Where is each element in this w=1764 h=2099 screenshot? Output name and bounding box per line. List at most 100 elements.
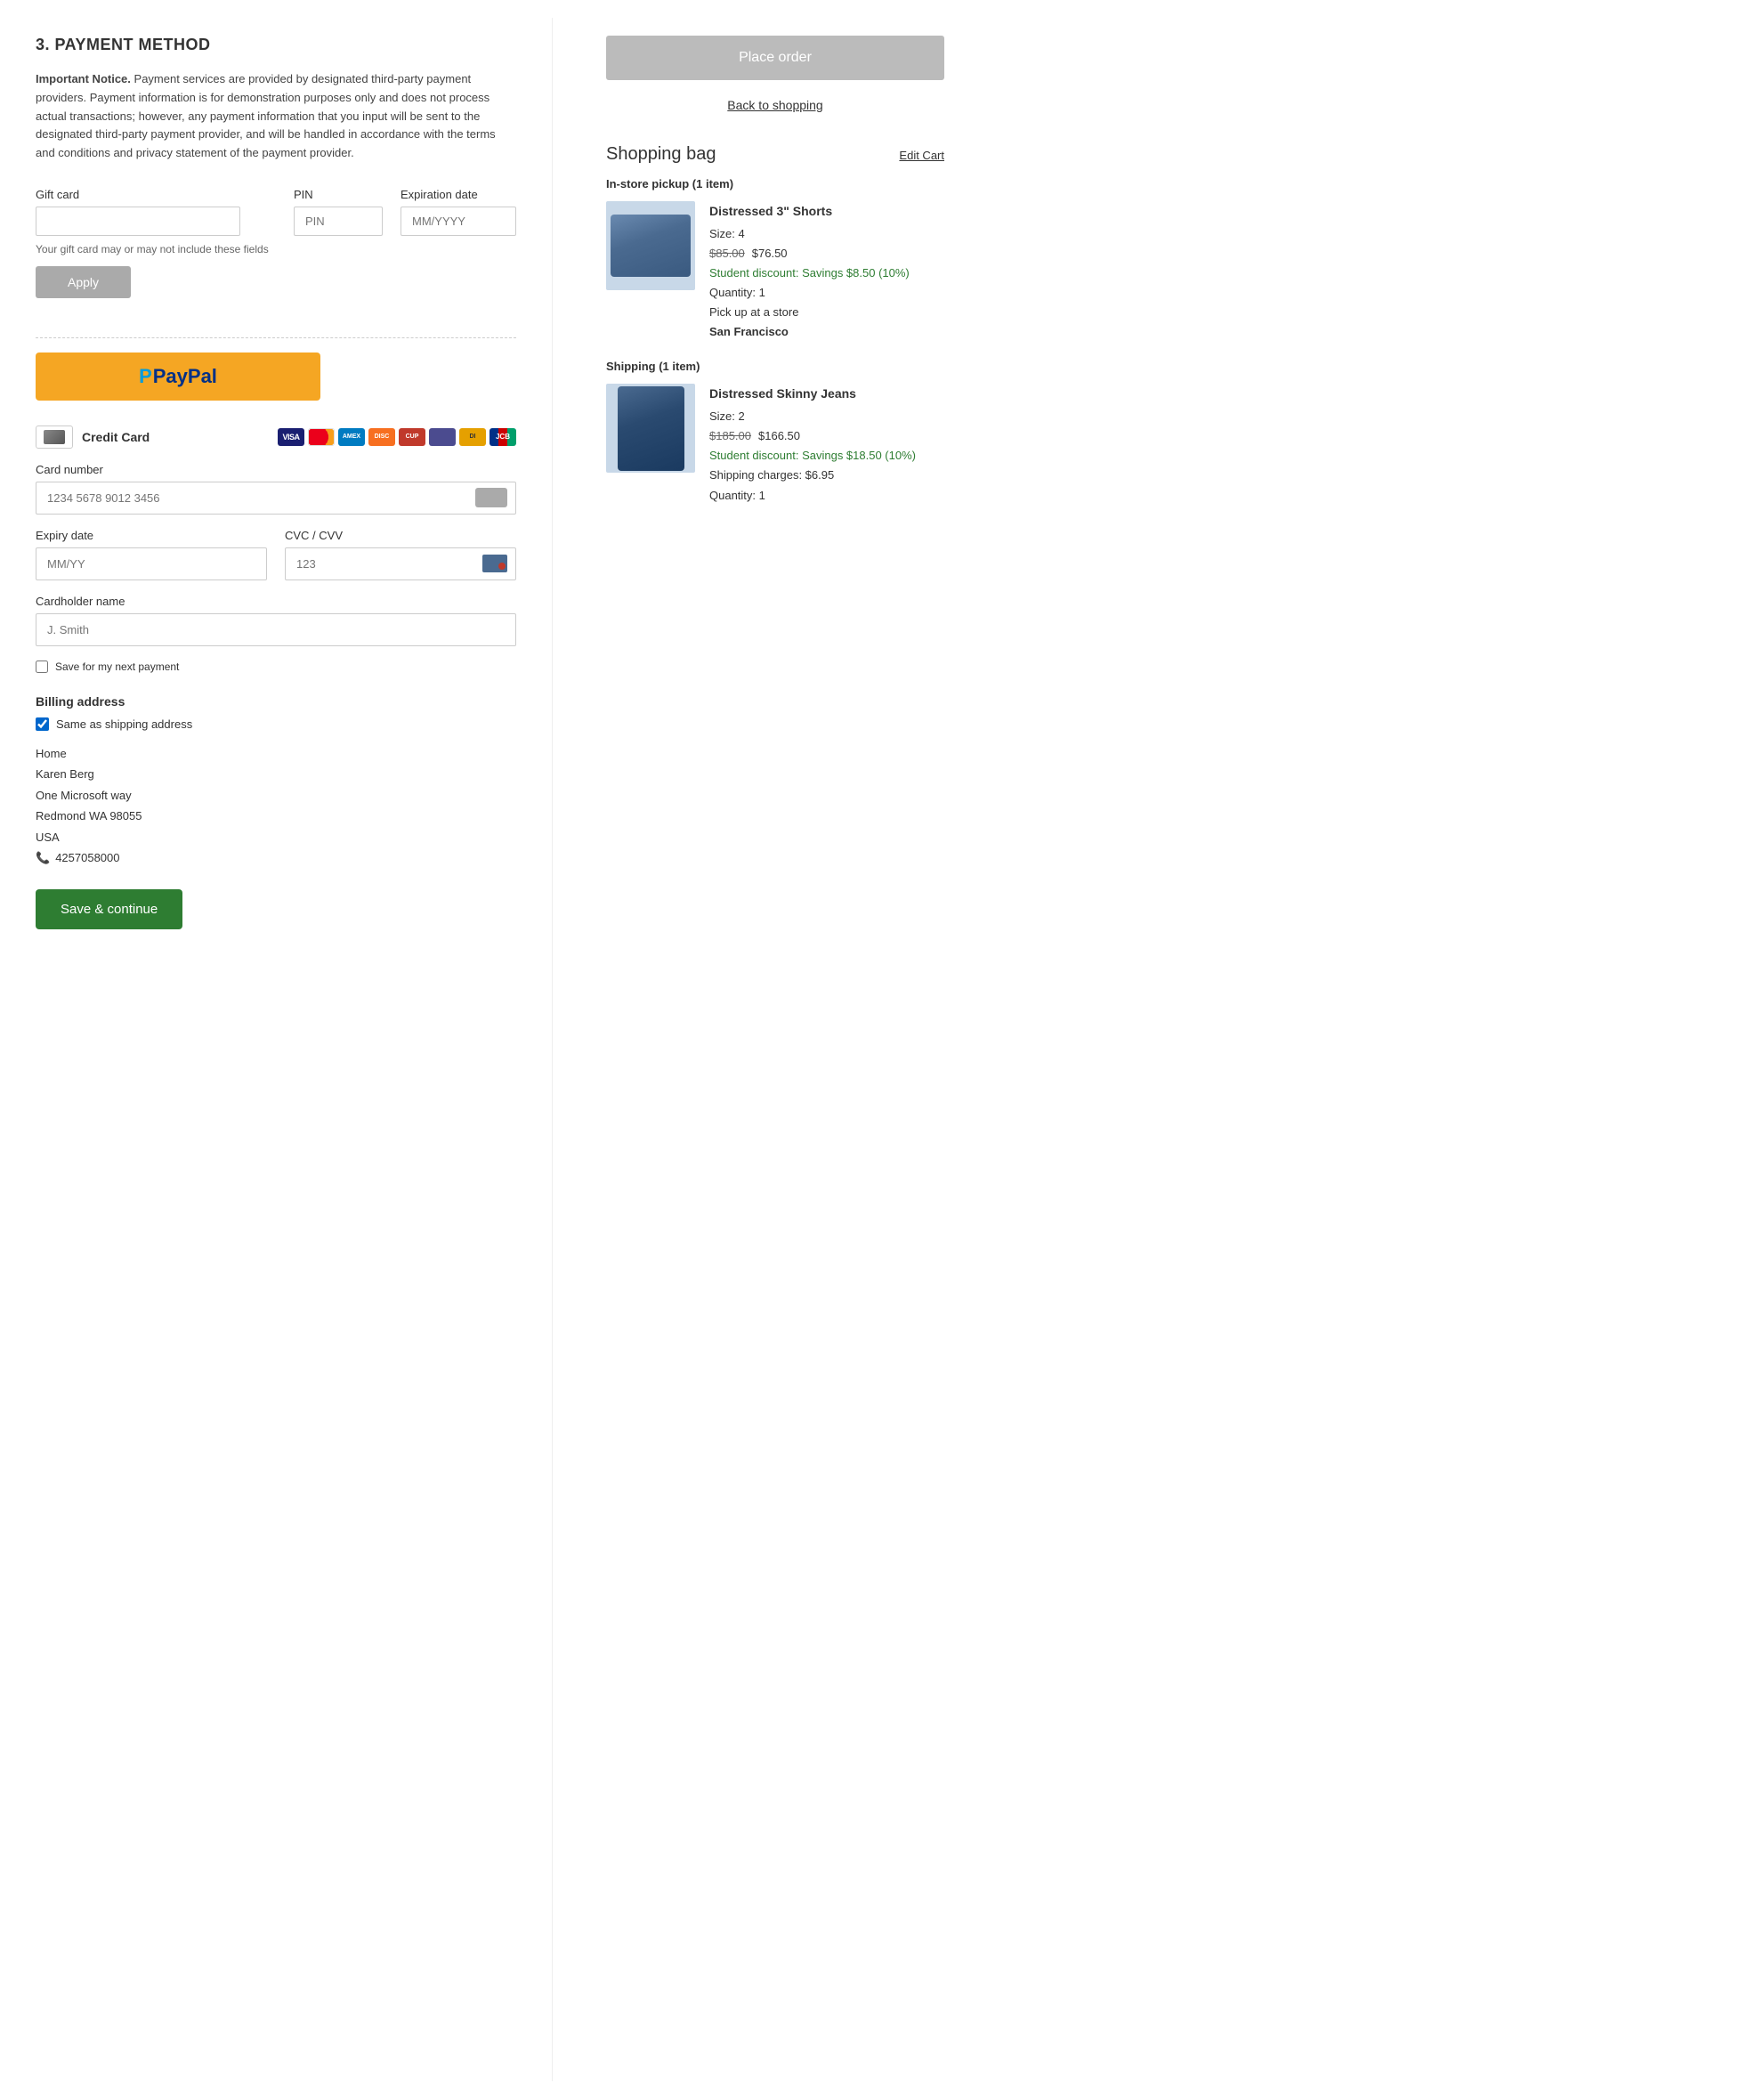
place-order-button[interactable]: Place order (606, 36, 944, 80)
di-icon: DI (459, 428, 486, 446)
card-icon-box (36, 425, 73, 449)
cardholder-input[interactable] (36, 613, 516, 646)
jeans-price-row: $185.00 $166.50 (709, 426, 916, 446)
save-payment-checkbox-group: Save for my next payment (36, 660, 516, 673)
credit-card-section: Credit Card VISA AMEX DISC CUP DI JCB Ca… (36, 425, 516, 673)
credit-card-label: Credit Card (36, 425, 150, 449)
cvc-input[interactable] (285, 547, 516, 580)
cardholder-field: Cardholder name (36, 595, 516, 646)
gift-card-section: Gift card PIN Expiration date Your gift … (36, 188, 516, 320)
card-chip-icon (44, 430, 65, 444)
discover-icon: DISC (368, 428, 395, 446)
shorts-price-original: $85.00 (709, 244, 745, 263)
expiry-field: Expiry date (36, 529, 267, 580)
shorts-discount: Student discount: Savings $8.50 (10%) (709, 263, 910, 283)
jeans-price-original: $185.00 (709, 426, 751, 446)
jeans-image (606, 384, 695, 473)
card-number-label: Card number (36, 463, 516, 476)
jeans-details: Distressed Skinny Jeans Size: 2 $185.00 … (709, 384, 916, 505)
address-line4: Redmond WA 98055 (36, 806, 516, 826)
gift-expiry-group: Expiration date (401, 188, 516, 236)
gift-expiry-input[interactable] (401, 207, 516, 236)
paypal-p-icon: P (139, 365, 152, 388)
same-address-label: Same as shipping address (56, 717, 192, 731)
shopping-bag-header: Shopping bag Edit Cart (606, 144, 944, 165)
gift-card-note: Your gift card may or may not include th… (36, 243, 516, 255)
jcb-icon: JCB (490, 428, 516, 446)
shorts-price-new: $76.50 (752, 244, 788, 263)
address-line3: One Microsoft way (36, 785, 516, 806)
cardholder-label: Cardholder name (36, 595, 516, 608)
address-line2: Karen Berg (36, 764, 516, 784)
billing-section: Billing address Same as shipping address… (36, 694, 516, 868)
save-continue-button[interactable]: Save & continue (36, 889, 182, 929)
jeans-discount: Student discount: Savings $18.50 (10%) (709, 446, 916, 466)
visa-icon: VISA (278, 428, 304, 446)
billing-same-checkbox-group: Same as shipping address (36, 717, 516, 731)
card-number-field: Card number (36, 463, 516, 515)
phone-row: 📞 4257058000 (36, 847, 516, 868)
gift-expiry-label: Expiration date (401, 188, 516, 201)
card-number-input-wrapper (36, 482, 516, 515)
billing-title: Billing address (36, 694, 516, 709)
mastercard-icon (308, 428, 335, 446)
shorts-img-placeholder (611, 215, 691, 277)
paypal-button[interactable]: P PayPal (36, 353, 320, 401)
cvc-input-wrapper (285, 547, 516, 580)
card-brand-icons: VISA AMEX DISC CUP DI JCB (278, 428, 516, 446)
jeans-img-placeholder (618, 386, 684, 471)
gift-card-label: Gift card (36, 188, 276, 201)
phone-number: 4257058000 (55, 847, 119, 868)
shorts-pickup-store: San Francisco (709, 322, 910, 342)
shorts-pickup-label: Pick up at a store (709, 303, 910, 322)
cvc-field: CVC / CVV (285, 529, 516, 580)
shorts-price-row: $85.00 $76.50 (709, 244, 910, 263)
cvc-label: CVC / CVV (285, 529, 516, 542)
divider (36, 337, 516, 338)
phone-icon: 📞 (36, 847, 50, 868)
expiry-input[interactable] (36, 547, 267, 580)
paypal-text: PayPal (153, 365, 217, 388)
payment-section-title: 3. PAYMENT METHOD (36, 36, 516, 54)
address-line5: USA (36, 827, 516, 847)
save-payment-label: Save for my next payment (55, 660, 179, 673)
jeans-quantity: Quantity: 1 (709, 486, 916, 506)
shorts-size: Size: 4 (709, 224, 910, 244)
gift-pin-group: PIN (294, 188, 383, 236)
expiry-label: Expiry date (36, 529, 267, 542)
maestro-icon (429, 428, 456, 446)
shopping-bag-title: Shopping bag (606, 144, 716, 165)
instore-group-label: In-store pickup (1 item) (606, 177, 1711, 190)
save-payment-checkbox[interactable] (36, 660, 48, 673)
card-number-input[interactable] (36, 482, 516, 515)
shipping-section: Shipping (1 item) Distressed Skinny Jean… (606, 360, 944, 505)
cart-item-jeans: Distressed Skinny Jeans Size: 2 $185.00 … (606, 384, 944, 505)
paypal-section: P PayPal (36, 353, 516, 401)
credit-card-header: Credit Card VISA AMEX DISC CUP DI JCB (36, 425, 516, 449)
pin-input[interactable] (294, 207, 383, 236)
gift-card-input[interactable] (36, 207, 240, 236)
shorts-details: Distressed 3" Shorts Size: 4 $85.00 $76.… (709, 201, 910, 342)
cvc-icon (482, 555, 507, 572)
billing-address-block: Home Karen Berg One Microsoft way Redmon… (36, 743, 516, 868)
address-line1: Home (36, 743, 516, 764)
notice-bold: Important Notice. (36, 72, 131, 85)
jeans-size: Size: 2 (709, 407, 916, 426)
jeans-name: Distressed Skinny Jeans (709, 384, 916, 405)
jeans-price-new: $166.50 (758, 426, 800, 446)
card-type-icon (475, 488, 507, 507)
same-address-checkbox[interactable] (36, 717, 49, 731)
gift-card-number-group: Gift card (36, 188, 276, 236)
shorts-quantity: Quantity: 1 (709, 283, 910, 303)
apply-button[interactable]: Apply (36, 266, 131, 298)
shorts-image (606, 201, 695, 290)
back-to-shopping-link[interactable]: Back to shopping (606, 98, 944, 112)
expiry-cvc-row: Expiry date CVC / CVV (36, 529, 516, 595)
amex-icon: AMEX (338, 428, 365, 446)
cart-item-shorts: Distressed 3" Shorts Size: 4 $85.00 $76.… (606, 201, 944, 342)
shipping-group-label: Shipping (1 item) (606, 360, 944, 373)
edit-cart-link[interactable]: Edit Cart (899, 149, 944, 162)
important-notice: Important Notice. Payment services are p… (36, 70, 516, 163)
cup-icon: CUP (399, 428, 425, 446)
credit-card-text: Credit Card (82, 430, 150, 444)
